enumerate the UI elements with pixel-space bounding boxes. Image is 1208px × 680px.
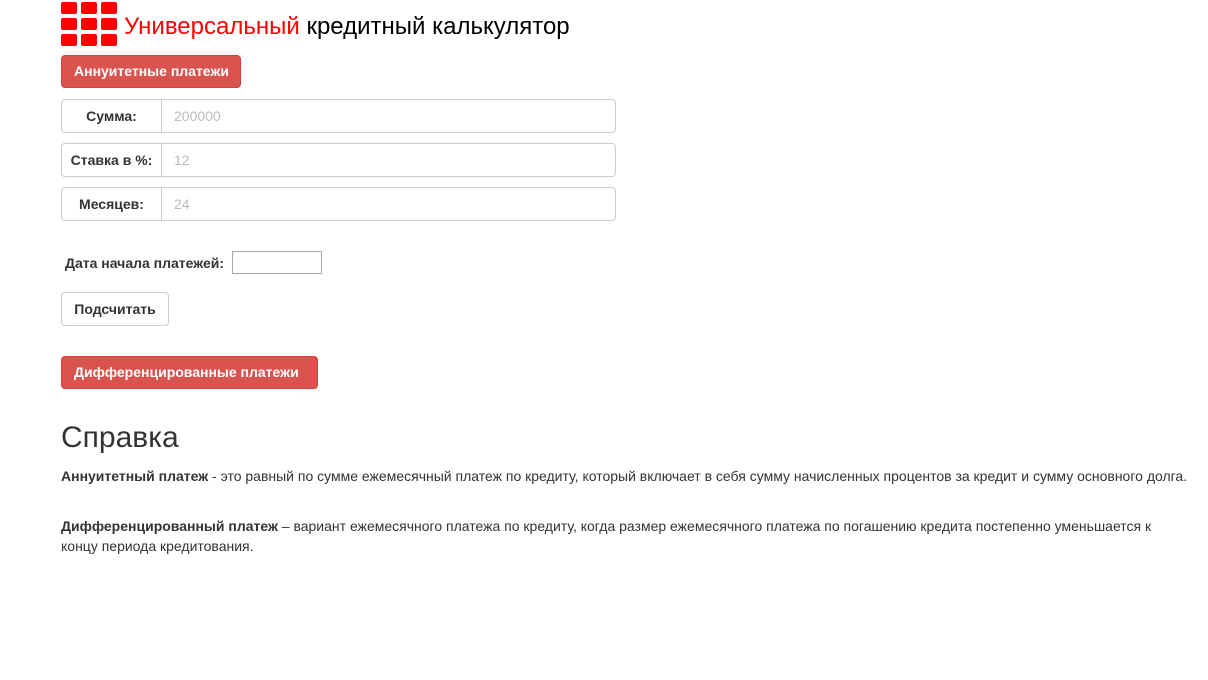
page: Универсальный кредитный калькулятор Анну… (0, 0, 1208, 680)
header: Универсальный кредитный калькулятор (61, 2, 570, 46)
sum-input[interactable] (161, 99, 616, 133)
rate-label: Ставка в %: (61, 143, 161, 177)
help-annuity-paragraph: Аннуитетный платеж - это равный по сумме… (61, 466, 1191, 486)
help-diff-term: Дифференцированный платеж (61, 518, 278, 534)
help-annuity-text: - это равный по сумме ежемесячный платеж… (208, 468, 1188, 484)
rate-input-group: Ставка в %: (61, 143, 616, 177)
calculate-button[interactable]: Подсчитать (61, 292, 169, 326)
start-date-label: Дата начала платежей: (65, 254, 225, 271)
help-title: Справка (61, 421, 179, 454)
annuity-payments-button[interactable]: Аннуитетные платежи (61, 55, 241, 88)
start-date-row: Дата начала платежей: (65, 251, 323, 274)
sum-label: Сумма: (61, 99, 161, 133)
help-annuity-term: Аннуитетный платеж (61, 468, 209, 484)
months-input[interactable] (161, 187, 616, 221)
page-title-accent: Универсальный (124, 13, 300, 40)
help-diff-paragraph: Дифференцированный платеж – вариант ежем… (61, 516, 1191, 556)
differentiated-payments-button[interactable]: Дифференцированные платежи (61, 356, 318, 389)
sum-input-group: Сумма: (61, 99, 616, 133)
page-title: Универсальный кредитный калькулятор (124, 13, 570, 41)
grid-logo-icon (61, 2, 117, 46)
months-label: Месяцев: (61, 187, 161, 221)
rate-input[interactable] (161, 143, 616, 177)
start-date-input[interactable] (232, 251, 323, 274)
months-input-group: Месяцев: (61, 187, 616, 221)
page-title-rest: кредитный калькулятор (299, 13, 570, 40)
